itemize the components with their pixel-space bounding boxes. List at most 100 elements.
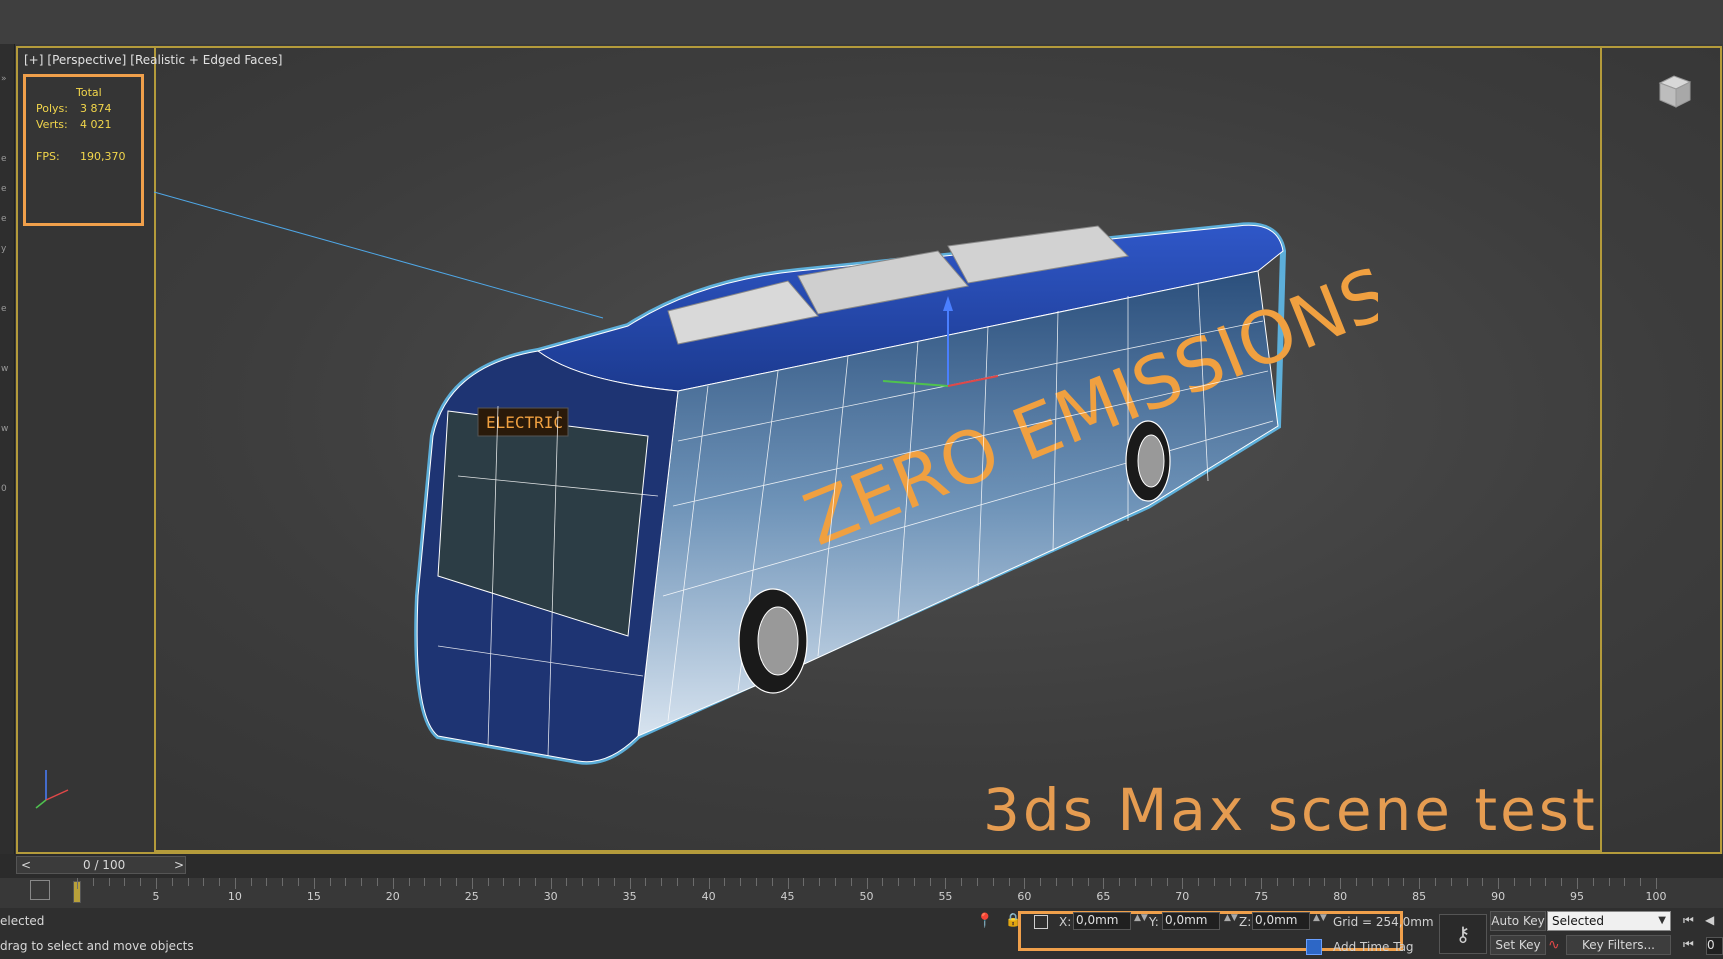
add-time-tag-icon[interactable] [1306, 939, 1322, 955]
frame-tick [882, 878, 884, 886]
set-key-icon[interactable]: ⚷ [1439, 914, 1487, 954]
strip-glyph: w [1, 424, 9, 434]
time-next-button[interactable]: > [174, 858, 184, 872]
frame-tick [140, 878, 142, 886]
auto-key-button[interactable]: Auto Key [1490, 911, 1546, 931]
add-time-tag[interactable]: Add Time Tag [1333, 940, 1414, 954]
z-spinner[interactable]: ▲▼ [1313, 913, 1327, 923]
frame-tick-label: 55 [938, 890, 953, 903]
frame-tick [487, 878, 489, 886]
frame-tick [313, 878, 315, 889]
key-mode-dropdown[interactable]: Selected ▼ [1547, 911, 1671, 931]
frame-tick-label: 5 [152, 890, 160, 903]
selection-status: elected [0, 914, 45, 928]
frame-tick-label: 75 [1254, 890, 1269, 903]
frame-tick [345, 878, 347, 886]
key-filters-button[interactable]: Key Filters... [1566, 935, 1671, 955]
frame-tick [740, 878, 742, 886]
frame-tick [1371, 878, 1373, 886]
frame-tick [834, 878, 836, 886]
frame-tick [171, 878, 173, 886]
frame-tick [755, 878, 757, 886]
frame-tick [724, 878, 726, 886]
strip-glyph: 0 [1, 484, 7, 494]
frame-tick-label: 100 [1645, 890, 1667, 903]
frame-tick [629, 878, 631, 889]
grid-size-readout: Grid = 254,0mm [1333, 915, 1434, 929]
strip-glyph: e [1, 154, 7, 164]
frame-tick [519, 878, 521, 886]
frame-tick-label: 95 [1570, 890, 1585, 903]
frame-tick [1387, 878, 1389, 886]
frame-tick [1182, 878, 1184, 889]
go-to-start-alt-icon[interactable]: ⏮ [1683, 937, 1694, 952]
frame-tick [1498, 878, 1500, 889]
frame-tick-label: 15 [306, 890, 321, 903]
frame-tick [108, 878, 110, 886]
y-coord-label: Y: [1149, 915, 1159, 929]
frame-tick [408, 878, 410, 886]
curve-editor-icon[interactable]: ∿ [1548, 937, 1560, 953]
bus-wheel [738, 588, 808, 694]
frame-tick [424, 878, 426, 886]
prev-frame-icon[interactable]: ◀ [1705, 913, 1714, 927]
frame-tick-label: 50 [859, 890, 874, 903]
frame-tick [645, 878, 647, 886]
frame-tick [1513, 878, 1515, 886]
y-spinner[interactable]: ▲▼ [1224, 913, 1238, 923]
frame-tick [1592, 878, 1594, 886]
frame-tick-label: 45 [780, 890, 795, 903]
frame-tick [1087, 878, 1089, 886]
frame-tick-label: 80 [1333, 890, 1348, 903]
frame-tick [1277, 878, 1279, 886]
frame-tick-label: 35 [622, 890, 637, 903]
frame-tick [1198, 878, 1200, 886]
frame-tick [298, 878, 300, 886]
frame-tick [992, 878, 994, 886]
status-bar: elected drag to select and move objects … [0, 908, 1723, 959]
frame-tick [1103, 878, 1105, 889]
y-coord-field[interactable]: 0,0mm [1162, 912, 1220, 930]
frame-tick [92, 878, 94, 886]
absolute-mode-icon[interactable] [1034, 915, 1048, 929]
frame-tick-label: 85 [1412, 890, 1427, 903]
frame-tick [1308, 878, 1310, 886]
strip-glyph: w [1, 364, 9, 374]
frame-tick [329, 878, 331, 886]
axis-tripod-icon [26, 760, 82, 816]
frame-tick [219, 878, 221, 886]
x-coord-field[interactable]: 0,0mm [1073, 912, 1131, 930]
frame-tick [1324, 878, 1326, 886]
frame-tick [692, 878, 694, 886]
x-spinner[interactable]: ▲▼ [1134, 913, 1148, 923]
strip-glyph: e [1, 304, 7, 314]
strip-glyph: » [1, 74, 7, 84]
frame-tick [945, 878, 947, 889]
bus-3d-model[interactable]: ELECTRIC ZERO EMISSIONS [378, 176, 1378, 836]
frame-tick [898, 878, 900, 886]
perspective-viewport[interactable]: [+] [Perspective] [Realistic + Edged Faces… [16, 46, 1722, 854]
frame-tick [1561, 878, 1563, 886]
time-slider[interactable]: < 0 / 100 > [16, 856, 186, 874]
viewcube-icon[interactable] [1654, 73, 1694, 109]
strip-glyph: y [1, 244, 7, 254]
track-bar-key-icon[interactable] [30, 880, 50, 900]
current-frame-field[interactable]: 0 [1706, 937, 1723, 955]
frame-tick [550, 878, 552, 889]
set-key-button[interactable]: Set Key [1490, 935, 1546, 955]
frame-tick [1150, 878, 1152, 886]
frame-tick [455, 878, 457, 886]
go-to-start-icon[interactable]: ⏮ [1683, 913, 1694, 928]
frame-tick [771, 878, 773, 886]
frame-tick [850, 878, 852, 886]
frame-tick [803, 878, 805, 886]
frame-tick [787, 878, 789, 889]
frame-tick [1340, 878, 1342, 889]
isolate-pin-icon[interactable]: 📍 [976, 913, 993, 929]
frame-tick [613, 878, 615, 886]
frame-tick [1419, 878, 1421, 889]
frame-tick [582, 878, 584, 886]
z-coord-field[interactable]: 0,0mm [1252, 912, 1310, 930]
frame-tick [929, 878, 931, 886]
time-prev-button[interactable]: < [21, 858, 31, 872]
